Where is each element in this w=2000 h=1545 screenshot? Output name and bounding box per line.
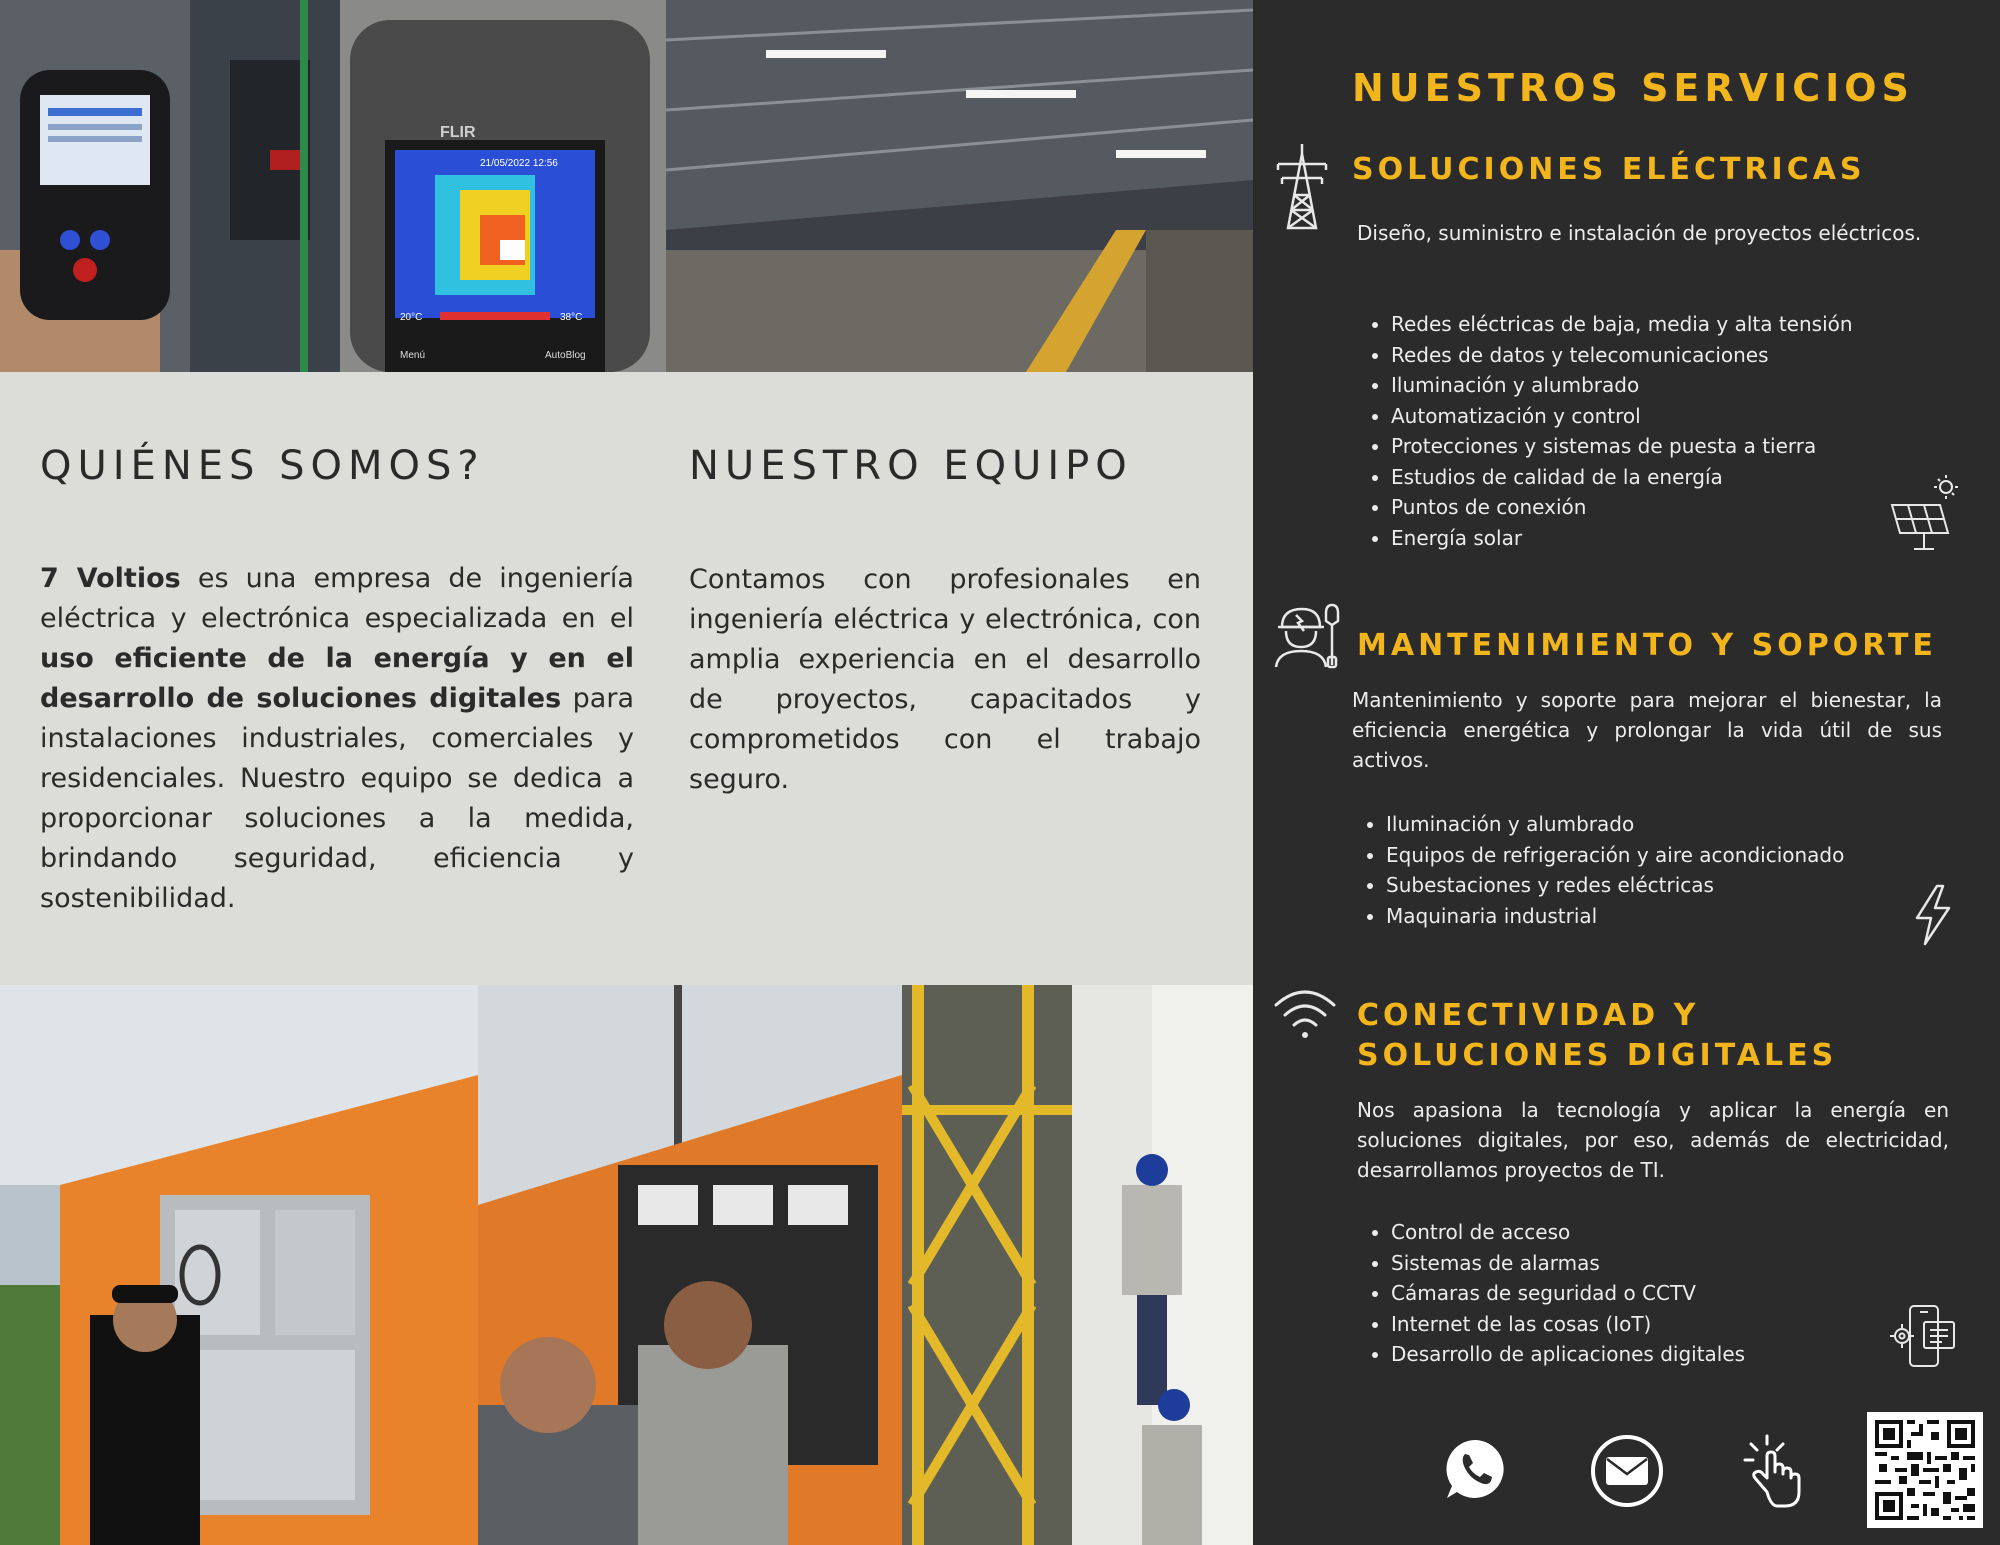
list-item: Iluminación y alumbrado xyxy=(1386,809,1996,840)
thermal-date-text: 21/05/2022 12:56 xyxy=(480,158,558,169)
about-title: QUIÉNES SOMOS? xyxy=(40,443,485,489)
services-title: NUESTROS SERVICIOS xyxy=(1352,66,1914,110)
photo-technician-meter-box xyxy=(0,985,478,1545)
section-connectivity-description: Nos apasiona la tecnología y aplicar la … xyxy=(1357,1098,1949,1182)
section-electrical-description: Diseño, suministro e instalación de proy… xyxy=(1357,221,1922,245)
about-highlight: uso eficiente de la energía y en el desa… xyxy=(40,643,634,714)
photo-technicians-panel xyxy=(478,985,902,1545)
section-connectivity-title: CONECTIVIDAD Y SOLUCIONES DIGITALES xyxy=(1357,998,1838,1073)
team-title: NUESTRO EQUIPO xyxy=(689,443,1133,489)
list-item: Protecciones y sistemas de puesta a tier… xyxy=(1391,431,1991,462)
click-hand-icon[interactable] xyxy=(1739,1432,1817,1510)
section-maintenance-list: Iluminación y alumbrado Equipos de refri… xyxy=(1352,809,1996,931)
list-item: Control de acceso xyxy=(1391,1217,1991,1248)
list-item: Redes de datos y telecomunicaciones xyxy=(1391,340,1991,371)
section-maintenance-description: Mantenimiento y soporte para mejorar el … xyxy=(1352,688,1942,772)
photo-power-analyzer xyxy=(0,0,340,372)
email-icon[interactable] xyxy=(1590,1434,1664,1508)
qr-code-icon[interactable] xyxy=(1867,1412,1983,1528)
list-item: Iluminación y alumbrado xyxy=(1391,370,1991,401)
thermal-low-text: 20°C xyxy=(400,312,422,323)
technician-wrench-icon xyxy=(1272,601,1344,669)
team-paragraph: Contamos con profesionales en ingeniería… xyxy=(689,564,1201,795)
devices-gear-icon xyxy=(1888,1302,1958,1370)
whatsapp-icon[interactable] xyxy=(1443,1436,1509,1502)
list-item: Maquinaria industrial xyxy=(1386,901,1996,932)
list-item: Sistemas de alarmas xyxy=(1391,1248,1991,1279)
list-item: Redes eléctricas de baja, media y alta t… xyxy=(1391,309,1991,340)
solar-panel-icon xyxy=(1888,473,1960,553)
power-tower-icon xyxy=(1272,140,1332,235)
wifi-icon xyxy=(1272,985,1338,1041)
about-text-2: para instalaciones industriales, comerci… xyxy=(40,683,634,914)
section-electrical-title: SOLUCIONES ELÉCTRICAS xyxy=(1352,152,1866,187)
thermal-menu-text: Menú xyxy=(400,350,425,361)
company-name: 7 Voltios xyxy=(40,563,181,594)
thermal-autoblog-text: AutoBlog xyxy=(545,350,586,361)
lightning-icon xyxy=(1913,884,1953,946)
section-maintenance-title: MANTENIMIENTO Y SOPORTE xyxy=(1357,628,1937,663)
photo-industrial-warehouse xyxy=(666,0,1253,372)
about-paragraph: 7 Voltios es una empresa de ingeniería e… xyxy=(40,559,634,919)
list-item: Subestaciones y redes eléctricas xyxy=(1386,870,1996,901)
thermal-high-text: 38°C xyxy=(560,312,582,323)
thermal-brand-text: FLIR xyxy=(440,124,476,141)
photo-thermal-camera: FLIR 21/05/2022 12:56 20°C 38°C Menú Aut… xyxy=(340,0,666,372)
list-item: Equipos de refrigeración y aire acondici… xyxy=(1386,840,1996,871)
list-item: Automatización y control xyxy=(1391,401,1991,432)
photo-scaffold-workers xyxy=(902,985,1253,1545)
